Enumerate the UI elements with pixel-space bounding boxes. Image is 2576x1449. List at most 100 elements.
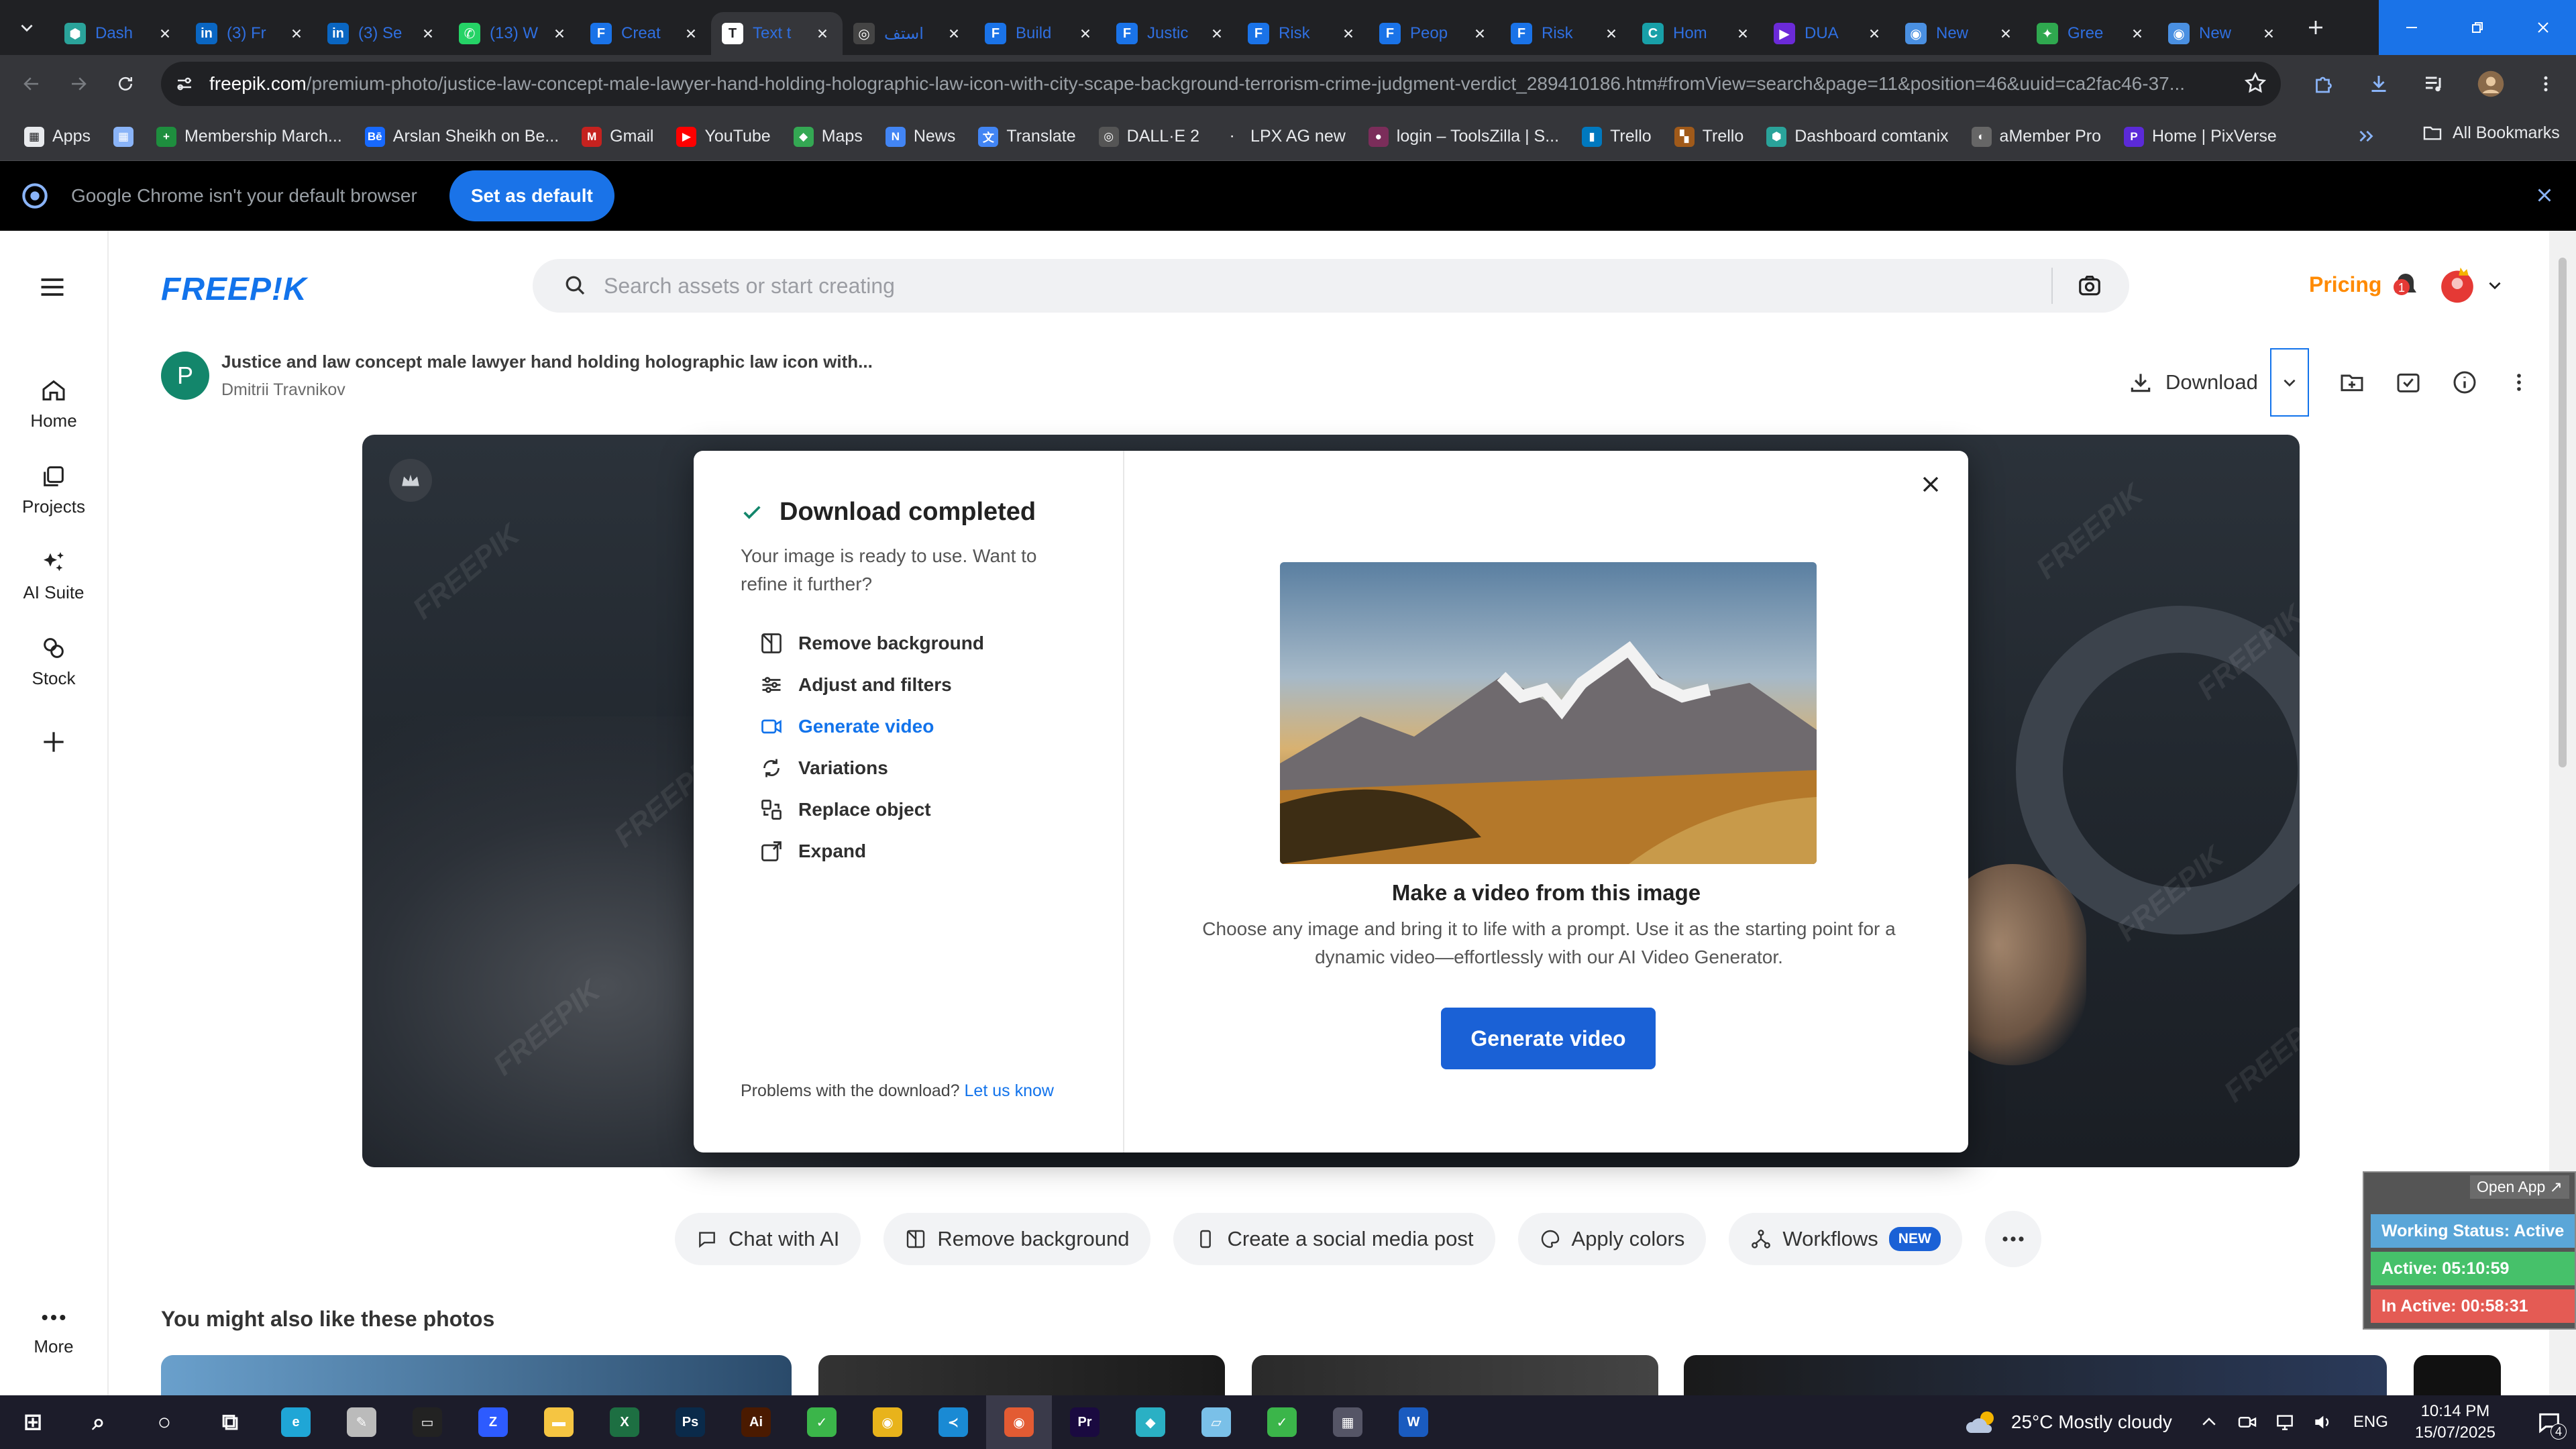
rail-item-stock[interactable]: Stock — [0, 635, 107, 689]
open-app-button[interactable]: Open App ↗ — [2470, 1175, 2569, 1199]
taskbar-task-view-button[interactable]: ⧉ — [197, 1395, 263, 1449]
browser-tab[interactable]: F Peop — [1368, 12, 1500, 55]
search-input[interactable]: Search assets or start creating — [604, 274, 2051, 299]
bookmark-item[interactable]: M Gmail — [582, 126, 653, 147]
pricing-link[interactable]: Pricing — [2309, 272, 2381, 297]
browser-tab[interactable]: ⬢ Dash — [54, 12, 185, 55]
ai-tool-chip[interactable]: Create a social media post — [1173, 1213, 1495, 1265]
tab-close-icon[interactable] — [1076, 24, 1095, 43]
taskbar-photoshop-button[interactable]: Ps — [657, 1395, 723, 1449]
tab-close-icon[interactable] — [1470, 24, 1489, 43]
taskbar-chrome-button[interactable]: ◉ — [855, 1395, 920, 1449]
close-icon[interactable] — [1917, 471, 1944, 498]
rail-item-more[interactable]: More — [0, 1311, 107, 1357]
browser-tab[interactable]: F Creat — [580, 12, 711, 55]
taskbar-search-button[interactable]: ⌕ — [66, 1395, 131, 1449]
bookmark-item[interactable]: ◎ DALL·E 2 — [1098, 126, 1199, 147]
action-center-button[interactable]: 4 — [2522, 1395, 2576, 1449]
browser-tab[interactable]: in (3) Se — [317, 12, 448, 55]
browser-tab[interactable]: F Risk — [1237, 12, 1368, 55]
bookmark-item[interactable]: Bē Arslan Sheikh on Be... — [364, 126, 559, 147]
tab-close-icon[interactable] — [550, 24, 569, 43]
taskbar-excel-button[interactable]: X — [592, 1395, 657, 1449]
new-tab-button[interactable] — [2294, 6, 2337, 49]
taskbar-pen-button[interactable]: ✎ — [329, 1395, 394, 1449]
bookmark-star-icon[interactable] — [2243, 71, 2267, 95]
refine-tool-item[interactable]: Variations — [759, 747, 984, 789]
author-name[interactable]: Dmitrii Travnikov — [221, 380, 873, 400]
search-bar[interactable]: Search assets or start creating — [533, 259, 2129, 313]
refine-tool-item[interactable]: Replace object — [759, 789, 984, 830]
browser-tab[interactable]: ◉ New — [1894, 12, 2026, 55]
rail-item-home[interactable]: Home — [0, 377, 107, 431]
ai-tool-chip[interactable]: Apply colors — [1517, 1213, 1707, 1265]
browser-tab[interactable]: T Text t — [711, 12, 843, 55]
bookmark-item[interactable]: + Membership March... — [156, 126, 342, 147]
let-us-know-link[interactable]: Let us know — [965, 1081, 1054, 1100]
refine-tool-item[interactable]: Expand — [759, 830, 984, 872]
browser-tab[interactable]: F Justic — [1106, 12, 1237, 55]
related-photo-thumbnail[interactable] — [2414, 1355, 2501, 1395]
bookmark-item[interactable]: ▦ — [113, 126, 133, 147]
set-as-default-button[interactable]: Set as default — [449, 170, 614, 221]
tab-close-icon[interactable] — [945, 24, 963, 43]
menu-kebab-icon[interactable] — [2536, 74, 2556, 94]
tab-search-button[interactable] — [0, 0, 54, 55]
tab-close-icon[interactable] — [682, 24, 700, 43]
bookmark-item[interactable]: P Home | PixVerse — [2124, 126, 2277, 147]
reload-button[interactable] — [102, 60, 149, 107]
ai-tool-chip[interactable]: Chat with AI — [675, 1213, 861, 1265]
bookmark-item[interactable]: ▮ Trello — [1582, 126, 1652, 147]
taskbar-app3d-button[interactable]: ◆ — [1118, 1395, 1183, 1449]
bookmark-item[interactable]: ◐ aMember Pro — [1971, 126, 2101, 147]
taskbar-zoom-button[interactable]: Z — [460, 1395, 526, 1449]
bookmark-item[interactable]: · LPX AG new — [1222, 126, 1346, 147]
download-button[interactable]: Download — [2120, 370, 2266, 395]
minimize-button[interactable] — [2379, 0, 2445, 55]
volume-icon[interactable] — [2312, 1411, 2333, 1433]
taskbar-vscode-button[interactable]: ≺ — [920, 1395, 986, 1449]
all-bookmarks-button[interactable]: All Bookmarks — [2422, 122, 2560, 144]
tab-close-icon[interactable] — [813, 24, 832, 43]
bookmark-item[interactable]: ◆ Maps — [793, 126, 863, 147]
browser-tab[interactable]: C Hom — [1631, 12, 1763, 55]
edit-image-icon[interactable] — [2395, 369, 2422, 396]
ai-tool-chip[interactable]: Workflows NEW — [1729, 1213, 1962, 1265]
browser-tab[interactable]: ◉ New — [2157, 12, 2289, 55]
tab-close-icon[interactable] — [2128, 24, 2147, 43]
browser-tab[interactable]: F Risk — [1500, 12, 1631, 55]
generate-video-button[interactable]: Generate video — [1441, 1008, 1656, 1069]
weather-widget[interactable]: 25°C Mostly cloudy — [1966, 1409, 2172, 1436]
bookmark-item[interactable]: 文 Translate — [978, 126, 1076, 147]
tab-close-icon[interactable] — [1208, 24, 1226, 43]
taskbar-notes-button[interactable]: ▱ — [1183, 1395, 1249, 1449]
taskbar-cortana-button[interactable]: ○ — [131, 1395, 197, 1449]
forward-button[interactable] — [55, 60, 102, 107]
related-photo-thumbnail[interactable] — [1252, 1355, 1658, 1395]
profile-avatar-icon[interactable] — [2477, 70, 2505, 98]
taskbar-greenapp-button[interactable]: ✓ — [789, 1395, 855, 1449]
tab-close-icon[interactable] — [419, 24, 437, 43]
ai-tool-chip[interactable]: Remove background — [883, 1213, 1151, 1265]
system-clock[interactable]: 10:14 PM 15/07/2025 — [2415, 1401, 2496, 1444]
tab-close-icon[interactable] — [1339, 24, 1358, 43]
taskbar-premiere-button[interactable]: Pr — [1052, 1395, 1118, 1449]
browser-tab[interactable]: ▶ DUA — [1763, 12, 1894, 55]
back-button[interactable] — [8, 60, 55, 107]
tab-close-icon[interactable] — [1865, 24, 1884, 43]
taskbar-chrome-active-button[interactable]: ◉ — [986, 1395, 1052, 1449]
meet-now-icon[interactable] — [2237, 1411, 2258, 1433]
address-bar[interactable]: freepik.com/premium-photo/justice-law-co… — [161, 62, 2281, 106]
related-photo-thumbnail[interactable] — [818, 1355, 1225, 1395]
hamburger-menu-icon[interactable] — [38, 272, 67, 302]
tab-close-icon[interactable] — [1602, 24, 1621, 43]
rail-add-button[interactable] — [0, 727, 107, 757]
bookmark-item[interactable]: ● login – ToolsZilla | S... — [1368, 126, 1559, 147]
tab-close-icon[interactable] — [156, 24, 174, 43]
taskbar-calculator-button[interactable]: ▦ — [1315, 1395, 1381, 1449]
tab-close-icon[interactable] — [1996, 24, 2015, 43]
browser-tab[interactable]: ✦ Gree — [2026, 12, 2157, 55]
bookmark-item[interactable]: ▶ YouTube — [676, 126, 771, 147]
browser-tab[interactable]: F Build — [974, 12, 1106, 55]
media-icon[interactable] — [2422, 72, 2446, 96]
